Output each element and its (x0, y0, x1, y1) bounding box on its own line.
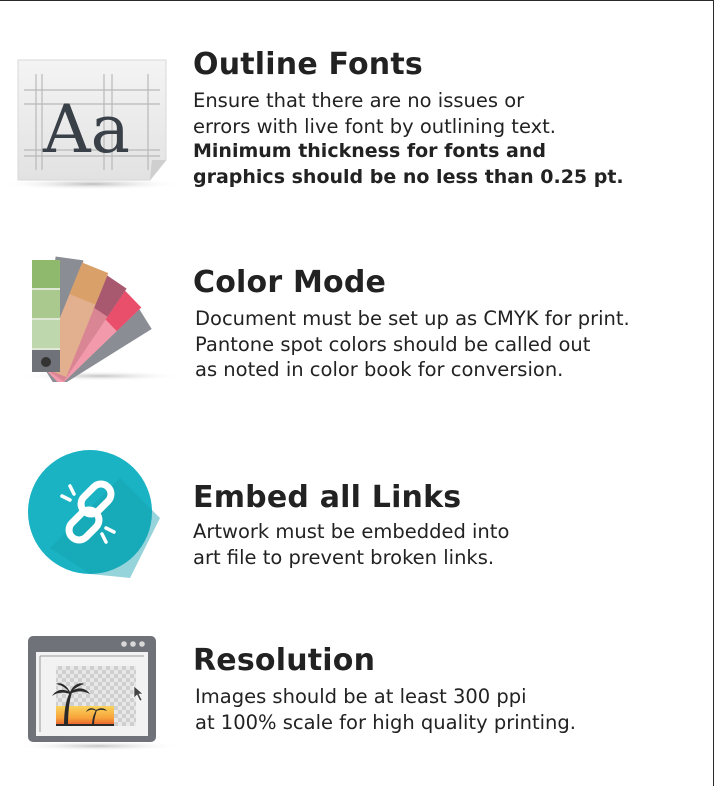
section-title: Embed all Links (193, 480, 462, 515)
emphasis-line: Minimum thickness for fonts and (193, 140, 546, 162)
body-line: at 100% scale for high quality printing. (195, 710, 576, 734)
body-line: Artwork must be embedded into (193, 520, 510, 543)
section-title: Outline Fonts (193, 47, 423, 82)
section-body: Artwork must be embedded into art file t… (193, 519, 509, 570)
section-title: Resolution (193, 643, 376, 678)
body-line: Pantone spot colors should be called out (195, 332, 591, 356)
body-line: art file to prevent broken links. (193, 545, 495, 569)
body-line: Ensure that there are no issues or (193, 89, 525, 112)
body-line: Images should be at least 300 ppi (195, 685, 527, 708)
section-body: Images should be at least 300 ppi at 100… (195, 684, 576, 735)
section-emphasis: Minimum thickness for fonts and graphics… (193, 139, 624, 190)
body-line: Document must be set up as CMYK for prin… (195, 307, 630, 330)
section-title: Color Mode (193, 265, 387, 300)
emphasis-line: graphics should be no less than 0.25 pt. (193, 165, 624, 188)
broken-link-icon (28, 450, 160, 578)
body-line: as noted in color book for conversion. (195, 358, 564, 381)
font-sample-text: Aa (42, 91, 130, 168)
font-outline-icon: Aa (0, 59, 184, 190)
body-line: errors with live font by outlining text. (193, 114, 556, 138)
section-body: Ensure that there are no issues or error… (193, 88, 624, 139)
color-swatch-fan-icon (16, 256, 184, 382)
section-body: Document must be set up as CMYK for prin… (195, 306, 630, 383)
image-resolution-icon (12, 636, 184, 751)
